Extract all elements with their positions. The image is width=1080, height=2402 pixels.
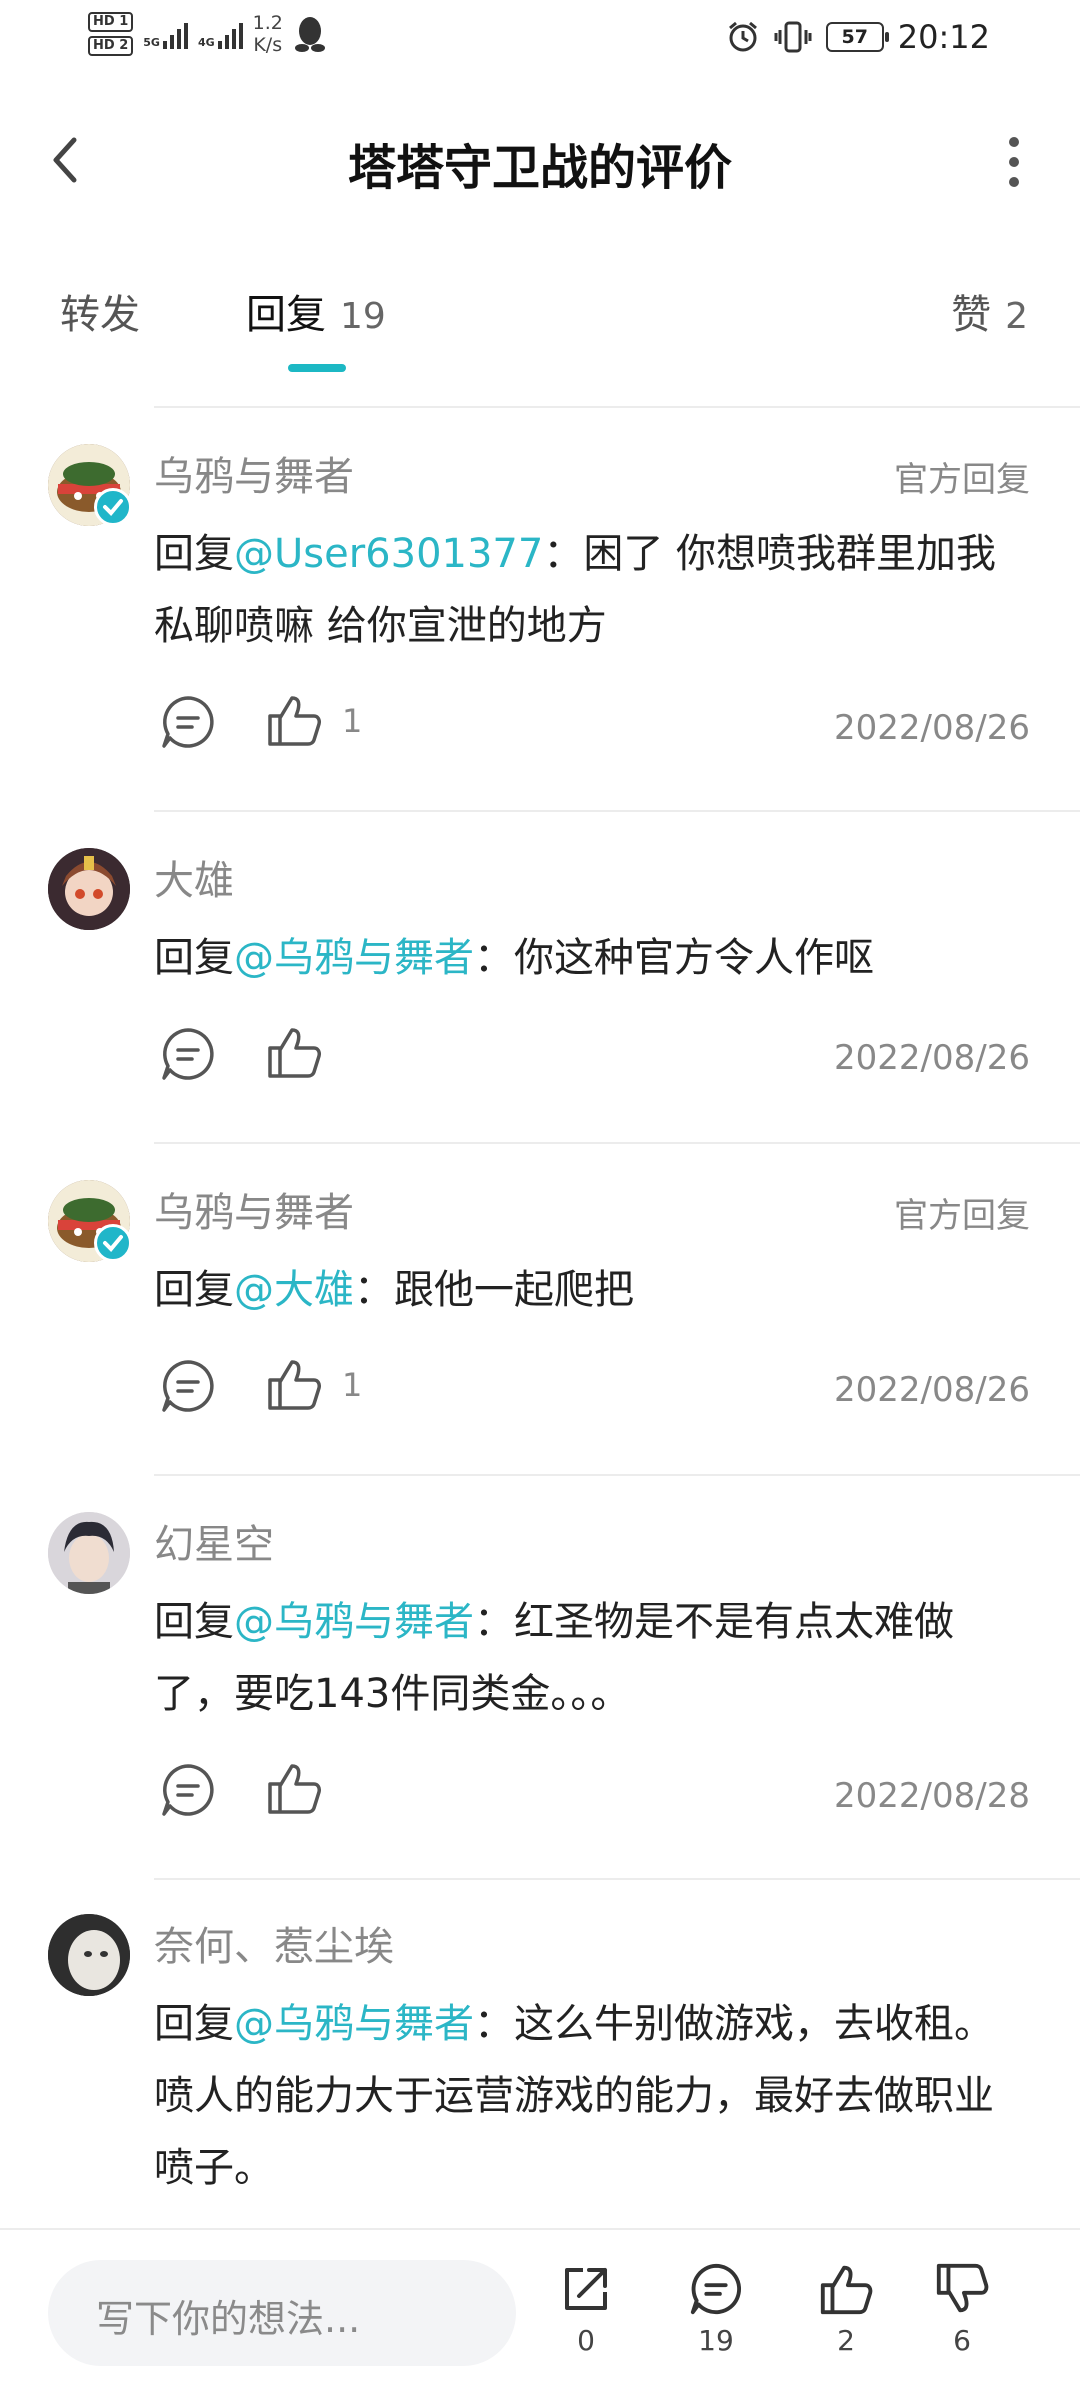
- network-type-4g: 4G: [197, 36, 215, 49]
- reply-icon[interactable]: [158, 1024, 218, 1084]
- like-icon[interactable]: [264, 690, 324, 750]
- mention-link[interactable]: @乌鸦与舞者: [234, 2001, 474, 2047]
- comment-input[interactable]: 写下你的想法...: [48, 2260, 516, 2366]
- avatar-image: [48, 848, 130, 930]
- comment-text: 回复@乌鸦与舞者：红圣物是不是有点太难做了，要吃143件同类金。。。: [154, 1586, 1024, 1730]
- status-left: HD 1 HD 2 5G 4G 1.2 K/s: [88, 12, 327, 56]
- comment-text: 回复@乌鸦与舞者：这么牛别做游戏，去收租。喷人的能力大于运营游戏的能力，最好去做…: [154, 1988, 1024, 2204]
- status-bar: HD 1 HD 2 5G 4G 1.2 K/s 57 20:12: [0, 0, 1080, 80]
- official-reply-badge: 官方回复: [894, 1196, 1030, 1236]
- hd2-badge: HD 2: [88, 36, 134, 56]
- app-header: 塔塔守卫战的评价: [0, 110, 1080, 210]
- reply-icon[interactable]: [158, 692, 218, 752]
- comment-username[interactable]: 乌鸦与舞者: [154, 444, 354, 502]
- page-title: 塔塔守卫战的评价: [347, 140, 732, 196]
- mention-link[interactable]: @乌鸦与舞者: [234, 935, 474, 981]
- reply-prefix: 回复: [154, 1267, 234, 1313]
- more-options-icon[interactable]: [1004, 132, 1024, 192]
- tab-like-count: 2: [1005, 296, 1028, 337]
- reply-icon[interactable]: [158, 1356, 218, 1416]
- mention-link[interactable]: @大雄: [234, 1267, 354, 1313]
- comment-text: 回复@乌鸦与舞者：你这种官方令人作呕: [154, 922, 1024, 994]
- share-icon: [565, 2268, 607, 2310]
- comment-date: 2022/08/26: [834, 1038, 1030, 1078]
- divider: [154, 1474, 1080, 1476]
- share-count: 0: [577, 2324, 595, 2357]
- comment-content: ：你这种官方令人作呕: [474, 935, 874, 981]
- tab-forward-label: 转发: [60, 292, 140, 338]
- comment-username[interactable]: 奈何、惹尘埃: [154, 1914, 394, 1972]
- divider: [154, 1142, 1080, 1144]
- qq-penguin-icon: [294, 17, 325, 52]
- divider: [154, 406, 1080, 408]
- avatar[interactable]: [48, 848, 130, 930]
- reply-prefix: 回复: [154, 935, 234, 981]
- comment-date: 2022/08/26: [834, 1370, 1030, 1410]
- tab-forward[interactable]: 转发: [60, 282, 140, 340]
- bottom-action-bar: 写下你的想法... 0 19 2 6: [0, 2228, 1080, 2402]
- network-speed-value: 1.2: [252, 12, 283, 34]
- network-speed: 1.2 K/s: [253, 12, 283, 56]
- like-icon: [820, 2265, 873, 2315]
- like-count: 2: [837, 2324, 855, 2357]
- comment-input-placeholder: 写下你的想法...: [96, 2297, 361, 2341]
- like-icon[interactable]: [264, 1758, 324, 1818]
- comment-content: ：跟他一起爬把: [354, 1267, 634, 1313]
- tab-like[interactable]: 赞2: [951, 282, 1028, 340]
- signal-5g-icon: 5G: [143, 19, 188, 49]
- dislike-icon: [936, 2263, 989, 2313]
- like-count: 1: [342, 1366, 363, 1404]
- comment-username[interactable]: 大雄: [154, 848, 234, 906]
- alarm-icon: [728, 21, 757, 52]
- comment-username[interactable]: 乌鸦与舞者: [154, 1180, 354, 1238]
- tab-like-label: 赞: [951, 292, 992, 338]
- clock-time: 20:12: [897, 18, 990, 56]
- vibrate-icon: [774, 21, 812, 53]
- tab-reply-count: 19: [340, 296, 386, 337]
- reply-icon[interactable]: [158, 1760, 218, 1820]
- comment-username[interactable]: 幻星空: [154, 1512, 274, 1570]
- mention-link[interactable]: @User6301377: [234, 531, 543, 577]
- avatar[interactable]: [48, 1512, 130, 1594]
- divider: [154, 1878, 1080, 1880]
- comment-date: 2022/08/26: [834, 708, 1030, 748]
- avatar-image: [48, 1914, 130, 1996]
- like-icon[interactable]: [264, 1354, 324, 1414]
- divider: [154, 810, 1080, 812]
- dislike-count: 6: [953, 2324, 971, 2357]
- comment-count: 19: [698, 2324, 734, 2357]
- signal-4g-icon: 4G: [198, 19, 243, 49]
- reply-prefix: 回复: [154, 1599, 234, 1645]
- verified-badge-icon: [94, 488, 132, 526]
- comment-button[interactable]: 19: [666, 2260, 766, 2357]
- network-speed-unit: K/s: [253, 34, 283, 56]
- dislike-button[interactable]: 6: [912, 2260, 1012, 2357]
- like-icon[interactable]: [264, 1022, 324, 1082]
- active-tab-indicator: [288, 364, 346, 372]
- comment-date: 2022/08/28: [834, 1776, 1030, 1816]
- reply-prefix: 回复: [154, 531, 234, 577]
- mention-link[interactable]: @乌鸦与舞者: [234, 1599, 474, 1645]
- comment-text: 回复@大雄：跟他一起爬把: [154, 1254, 1024, 1326]
- official-reply-badge: 官方回复: [894, 460, 1030, 500]
- avatar[interactable]: [48, 1914, 130, 1996]
- battery-icon: 57: [825, 22, 889, 52]
- avatar-image: [48, 1512, 130, 1594]
- reply-prefix: 回复: [154, 2001, 234, 2047]
- sim-indicators: HD 1 HD 2: [88, 12, 134, 56]
- status-right: 57 20:12: [726, 18, 990, 56]
- hd1-badge: HD 1: [88, 12, 134, 32]
- verified-badge-icon: [94, 1224, 132, 1262]
- comment-text: 回复@User6301377：困了 你想喷我群里加我私聊喷嘛 给你宣泄的地方: [154, 518, 1024, 662]
- like-count: 1: [342, 702, 363, 740]
- like-button[interactable]: 2: [796, 2260, 896, 2357]
- network-type-5g: 5G: [143, 36, 160, 49]
- tab-reply-label: 回复: [246, 292, 326, 338]
- tab-reply[interactable]: 回复 19: [246, 282, 386, 340]
- share-button[interactable]: 0: [536, 2260, 636, 2357]
- comment-icon: [690, 2263, 742, 2315]
